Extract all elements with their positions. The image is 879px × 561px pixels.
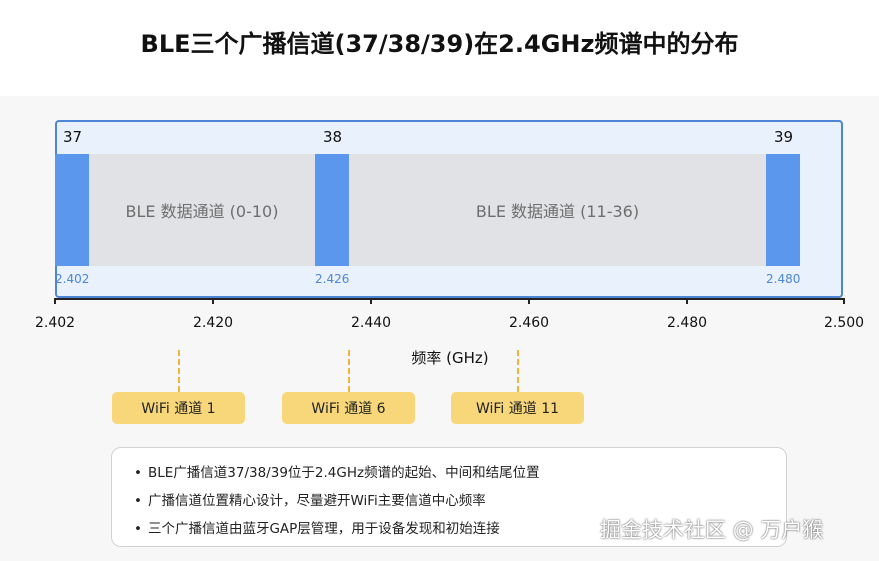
wifi-channel-11-badge: WiFi 通道 11 [451,392,584,424]
note-item: • 广播信道位置精心设计，尽量避开WiFi主要信道中心频率 [134,487,786,515]
axis-tick-label: 2.460 [509,315,550,331]
axis-tick-label: 2.500 [824,315,865,331]
data-region-label: BLE 数据通道 (11-36) [475,202,640,221]
note-item: • BLE广播信道37/38/39位于2.4GHz频谱的起始、中间和结尾位置 [134,459,786,487]
note-text: BLE广播信道37/38/39位于2.4GHz频谱的起始、中间和结尾位置 [147,465,540,481]
axis-tick [686,298,688,304]
wifi-channel-1-marker [178,350,180,392]
axis-tick [212,298,214,304]
frequency-axis [55,298,845,300]
adv-channel-39-freq: 2.480 [766,272,801,286]
wifi-channel-1-badge: WiFi 通道 1 [112,392,245,424]
axis-tick [54,298,56,304]
axis-tick [528,298,530,304]
adv-channel-37-label: 37 [63,128,83,146]
bullet-icon: • [134,465,142,481]
adv-channel-37-bar [55,154,89,266]
adv-channel-39-label: 39 [774,128,794,146]
adv-channel-38-label: 38 [323,128,343,146]
axis-tick [370,298,372,304]
page-title: BLE三个广播信道(37/38/39)在2.4GHz频谱中的分布 [140,30,739,58]
bullet-icon: • [134,521,142,537]
axis-title: 频率 (GHz) [411,349,489,367]
adv-channel-37-freq: 2.402 [55,272,90,286]
axis-tick-label: 2.480 [667,315,708,331]
note-text: 三个广播信道由蓝牙GAP层管理，用于设备发现和初始连接 [147,521,500,537]
axis-tick-label: 2.420 [193,315,234,331]
wifi-channel-6-badge: WiFi 通道 6 [282,392,415,424]
adv-channel-39-bar [766,154,800,266]
note-text: 广播信道位置精心设计，尽量避开WiFi主要信道中心频率 [147,493,486,509]
data-region-11-36: BLE 数据通道 (11-36) [349,154,766,266]
data-region-0-10: BLE 数据通道 (0-10) [89,154,315,266]
adv-channel-38-freq: 2.426 [315,272,350,286]
adv-channel-38-bar [315,154,349,266]
watermark: 掘金技术社区 @ 万户猴 [600,518,824,542]
wifi-channel-6-marker [348,350,350,392]
axis-tick-label: 2.440 [351,315,392,331]
axis-tick-label: 2.402 [35,315,76,331]
axis-tick [843,298,845,304]
bullet-icon: • [134,493,142,509]
data-region-label: BLE 数据通道 (0-10) [125,202,279,221]
wifi-channel-11-marker [517,350,519,392]
